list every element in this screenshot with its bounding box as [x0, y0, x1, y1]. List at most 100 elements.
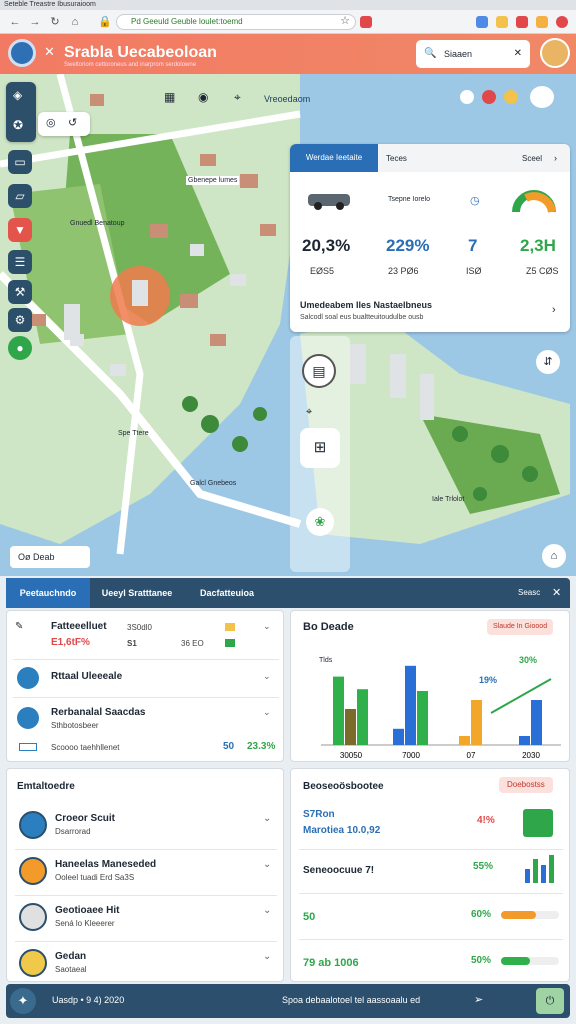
train-icon[interactable]: ▤ [302, 354, 336, 388]
leaf-icon[interactable]: ❀ [306, 508, 334, 536]
tab-2[interactable]: Teces [386, 154, 407, 163]
avatar[interactable] [540, 38, 570, 68]
metric-label: 79 ab 1006 [303, 957, 359, 969]
progress-fill [501, 911, 536, 919]
tab-active[interactable]: Werdae Ieetaite [290, 144, 378, 172]
stat-sub: EØS5 [310, 266, 335, 276]
chevron-right-icon[interactable]: › [554, 153, 557, 163]
tools-button[interactable]: ⚒ [8, 280, 32, 304]
x-tick-label: 30050 [340, 751, 363, 760]
tram-icon[interactable]: ⊞ [300, 428, 340, 468]
profile-icon[interactable] [556, 16, 568, 28]
close-icon[interactable]: ✕ [44, 44, 55, 60]
search-icon: ● [16, 341, 24, 355]
dashboard-tabbar [6, 578, 570, 608]
theme-toggle[interactable] [530, 86, 554, 108]
list-button[interactable]: ☰ [8, 250, 32, 274]
url-input[interactable]: Pd Geeuld Geuble loulet:toemd [116, 14, 356, 30]
extension-icon[interactable] [496, 16, 508, 28]
list-item[interactable]: Geotioaee Hit Sená lo Kleeerer ⌄ [7, 901, 285, 945]
extension-icon[interactable] [536, 16, 548, 28]
list-icon: ☰ [14, 255, 26, 269]
dash-tab-2[interactable]: Ueeyl Sratttanee [94, 578, 180, 608]
alert-icon[interactable] [482, 90, 496, 104]
bike-button[interactable]: ⚙ [8, 308, 32, 332]
chart-title: Bo Deade [303, 621, 354, 633]
close-icon[interactable]: ✕ [552, 586, 561, 599]
dash-tab-3[interactable]: Dacfatteuioa [184, 578, 270, 608]
chevron-right-icon[interactable]: › [552, 304, 556, 316]
chevron-down-icon[interactable]: ⌄ [263, 671, 271, 682]
dash-close-label[interactable]: Seasc [518, 588, 540, 597]
chevron-down-icon[interactable]: ⌄ [263, 813, 271, 824]
metric-label: 50 [303, 911, 316, 923]
layers-icon[interactable]: ◈ [13, 88, 22, 102]
search-map-button[interactable]: ● [8, 336, 32, 360]
row-title: Fatteeelluet [51, 621, 107, 632]
list-item-sub: Sená lo Kleeerer [55, 919, 115, 928]
star-icon[interactable]: ☆ [338, 14, 352, 28]
list-item[interactable]: Haneelas Maneseded Ooleel tuadi Erd Sa3S ⌄ [7, 855, 285, 899]
search-input[interactable]: 🔍 Siaaen ✕ [416, 40, 530, 68]
grid-icon [19, 857, 47, 885]
progress-track [501, 911, 559, 919]
activity-list-panel: ✎ Fatteeelluet E1,6tF% 3S0dl0 S1 36 EO ⌄… [6, 610, 284, 762]
pin-icon[interactable]: ⌖ [234, 90, 241, 105]
x-tick-label: 7000 [402, 751, 420, 760]
forward-icon[interactable]: → [28, 15, 42, 29]
reload-icon[interactable]: ↻ [48, 15, 62, 29]
city-map[interactable]: ◈ ✪ ◎ ↺ ▦ ◉ ⌖ Vreoedaom ▭ ▱ ▼ ☰ ⚒ ⚙ ● Gb… [0, 74, 576, 576]
wrench-icon[interactable]: ✦ [10, 988, 36, 1014]
chevron-down-icon[interactable]: ⌄ [263, 951, 271, 962]
back-icon[interactable]: ← [8, 15, 22, 29]
list-item-title: Geotioaee Hit [55, 905, 120, 916]
camera-icon[interactable]: ◉ [198, 90, 208, 104]
close-icon[interactable]: ✕ [514, 40, 522, 68]
filter-button[interactable]: ▱ [8, 184, 32, 208]
district-label: Galcl Gnebeos [190, 480, 237, 487]
map-scale-pill[interactable]: Oø Deab [10, 546, 90, 568]
chevron-down-icon[interactable]: ⌄ [263, 707, 271, 718]
extension-icon[interactable] [516, 16, 528, 28]
alert-icon: ▼ [14, 223, 26, 237]
bar [345, 709, 356, 745]
send-icon[interactable]: ➢ [474, 993, 483, 1006]
compass-icon[interactable]: ✪ [13, 118, 23, 132]
arrow-icon [17, 707, 39, 729]
dash-tab-1[interactable]: Peetauchndo [6, 578, 90, 608]
undo-icon[interactable]: ↺ [68, 116, 77, 129]
alert-button[interactable]: ▼ [8, 218, 32, 242]
tab-3[interactable]: Sceel [522, 154, 542, 163]
chevron-down-icon[interactable]: ⌄ [263, 905, 271, 916]
bar [459, 736, 470, 745]
row-title: Scoooo taehhllenet [51, 743, 120, 752]
layers-button[interactable]: ▭ [8, 150, 32, 174]
edit-icon[interactable]: ✎ [15, 621, 23, 632]
stats-card: Werdae Ieetaite Teces Sceel › Tsepne Ior… [290, 144, 570, 332]
plug-icon[interactable]: ⏻ [536, 988, 564, 1014]
sun-icon[interactable] [504, 90, 518, 104]
browser-tab-title[interactable]: Seteble Treastre Ibusuraioom [4, 1, 96, 8]
pin-icon[interactable]: ⌖ [306, 406, 312, 419]
bar [405, 665, 416, 745]
grid-icon[interactable]: ▦ [164, 90, 175, 104]
stat-value: 20,3% [302, 236, 351, 255]
metric-pct: 60% [471, 909, 492, 920]
stat-value: 2,3H [520, 236, 556, 255]
home-icon[interactable]: ⌂ [68, 15, 82, 29]
metric-label: Seneoocuue 7! [303, 865, 375, 876]
locate-icon[interactable]: ⌂ [542, 544, 566, 568]
list-item-sub: Dsarrorad [55, 827, 91, 836]
chevron-down-icon[interactable]: ⌄ [263, 621, 271, 632]
compass-icon[interactable]: ⇵ [536, 350, 560, 374]
map-zoom-group: ◎ ↺ [38, 112, 90, 136]
extension-icon[interactable] [476, 16, 488, 28]
chat-icon[interactable]: ◎ [46, 116, 56, 129]
list-item[interactable]: Croeor Scuit Dsarrorad ⌄ [7, 809, 285, 853]
location-icon[interactable] [460, 90, 474, 104]
chevron-down-icon[interactable]: ⌄ [263, 859, 271, 870]
metric-pct: 50% [471, 955, 492, 966]
check-icon [225, 639, 235, 647]
map-tool-group: ◈ ✪ [6, 82, 36, 142]
extension-icon[interactable] [360, 16, 372, 28]
